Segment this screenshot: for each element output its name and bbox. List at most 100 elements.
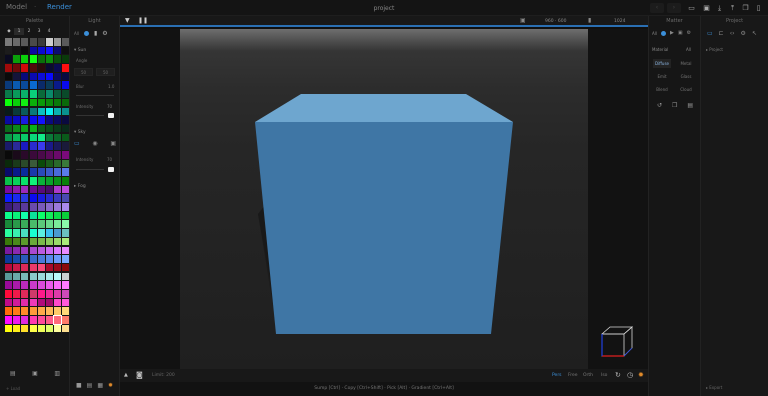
color-swatch[interactable] [13, 150, 21, 159]
color-swatch[interactable] [29, 81, 37, 90]
color-swatch[interactable] [21, 289, 29, 298]
color-swatch[interactable] [5, 185, 13, 194]
color-swatch[interactable] [54, 55, 62, 63]
color-swatch[interactable] [45, 272, 54, 281]
samples-value[interactable]: 1024 [614, 19, 625, 24]
color-swatch[interactable] [5, 133, 13, 142]
color-swatch[interactable] [54, 72, 62, 81]
material-header-label[interactable]: Material [652, 47, 668, 52]
color-swatch[interactable] [29, 185, 37, 194]
color-swatch[interactable] [37, 263, 45, 272]
color-swatch[interactable] [37, 46, 45, 55]
color-swatch[interactable] [54, 220, 62, 229]
color-swatch[interactable] [54, 324, 62, 333]
color-swatch[interactable] [62, 246, 70, 255]
color-swatch[interactable] [5, 142, 13, 150]
angle-x-input[interactable]: 50 [74, 68, 93, 76]
color-swatch[interactable] [5, 64, 13, 72]
color-swatch[interactable] [13, 185, 21, 194]
cursor-icon[interactable]: ↖ [752, 30, 757, 37]
color-swatch[interactable] [13, 211, 21, 220]
color-swatch[interactable] [62, 237, 70, 246]
color-swatch[interactable] [5, 298, 13, 307]
settings-icon[interactable]: ⚙ [741, 30, 746, 37]
color-swatch[interactable] [21, 98, 29, 107]
upload-icon[interactable]: ⤒ [728, 4, 737, 12]
angle-y-input[interactable]: 50 [96, 68, 115, 76]
file-icon[interactable]: ▤ [87, 382, 93, 389]
color-swatch[interactable] [5, 124, 13, 133]
color-swatch[interactable] [5, 107, 13, 116]
sky-dot-icon[interactable]: ◉ [92, 140, 97, 147]
color-swatch[interactable] [62, 289, 70, 298]
color-swatch[interactable] [54, 289, 62, 298]
copy-icon[interactable]: ❐ [672, 102, 677, 109]
color-swatch[interactable] [62, 150, 70, 159]
color-swatch[interactable] [62, 298, 70, 307]
color-swatch[interactable] [62, 272, 70, 281]
color-swatch[interactable] [37, 38, 45, 46]
color-swatch[interactable] [54, 211, 62, 220]
color-swatch[interactable] [62, 124, 70, 133]
color-swatch[interactable] [13, 272, 21, 281]
paste-icon[interactable]: ▤ [687, 102, 693, 109]
color-swatch[interactable] [62, 229, 70, 237]
color-swatch[interactable] [62, 281, 70, 289]
color-swatch[interactable] [29, 90, 37, 98]
color-swatch[interactable] [29, 133, 37, 142]
color-swatch[interactable] [37, 150, 45, 159]
color-swatch[interactable] [29, 316, 37, 324]
color-swatch[interactable] [5, 324, 13, 333]
color-swatch[interactable] [21, 324, 29, 333]
color-swatch[interactable] [21, 237, 29, 246]
color-swatch[interactable] [5, 263, 13, 272]
color-swatch[interactable] [62, 90, 70, 98]
color-swatch[interactable] [45, 289, 54, 298]
color-swatch[interactable] [29, 229, 37, 237]
color-swatch[interactable] [29, 177, 37, 185]
color-swatch[interactable] [13, 133, 21, 142]
color-swatch[interactable] [21, 211, 29, 220]
video-icon[interactable]: ▶ [670, 30, 674, 36]
render-scene[interactable] [180, 29, 588, 369]
color-swatch[interactable] [21, 90, 29, 98]
color-swatch[interactable] [45, 81, 54, 90]
sun-icon[interactable]: ✹ [108, 382, 113, 389]
color-swatch[interactable] [21, 246, 29, 255]
color-swatch[interactable] [29, 150, 37, 159]
color-swatch[interactable] [45, 229, 54, 237]
color-swatch[interactable] [13, 177, 21, 185]
color-swatch[interactable] [37, 324, 45, 333]
color-swatch[interactable] [45, 237, 54, 246]
color-swatch[interactable] [45, 142, 54, 150]
color-swatch[interactable] [5, 194, 13, 202]
color-swatch[interactable] [37, 133, 45, 142]
color-swatch[interactable] [37, 211, 45, 220]
color-swatch[interactable] [5, 307, 13, 315]
color-swatch[interactable] [54, 298, 62, 307]
color-swatch[interactable] [62, 177, 70, 185]
color-swatch[interactable] [29, 289, 37, 298]
color-swatch[interactable] [13, 229, 21, 237]
gear-icon[interactable]: ⚙ [102, 30, 107, 37]
color-swatch[interactable] [62, 263, 70, 272]
color-swatch[interactable] [13, 281, 21, 289]
color-swatch[interactable] [45, 133, 54, 142]
color-swatch[interactable] [21, 107, 29, 116]
color-swatch[interactable] [54, 64, 62, 72]
color-swatch[interactable] [5, 81, 13, 90]
color-swatch[interactable] [37, 220, 45, 229]
color-swatch[interactable] [21, 220, 29, 229]
material-type-cloud[interactable]: Cloud [677, 85, 695, 94]
color-swatch[interactable] [5, 90, 13, 98]
color-swatch[interactable] [62, 142, 70, 150]
color-swatch[interactable] [29, 64, 37, 72]
copy-icon[interactable]: ❐ [741, 4, 750, 12]
grid-icon[interactable]: ▦ [97, 382, 103, 389]
color-swatch[interactable] [29, 72, 37, 81]
color-swatch[interactable] [45, 220, 54, 229]
color-swatch[interactable] [21, 185, 29, 194]
color-swatch[interactable] [54, 185, 62, 194]
triangle-up-icon[interactable]: ▲ [124, 372, 128, 378]
color-swatch[interactable] [37, 177, 45, 185]
